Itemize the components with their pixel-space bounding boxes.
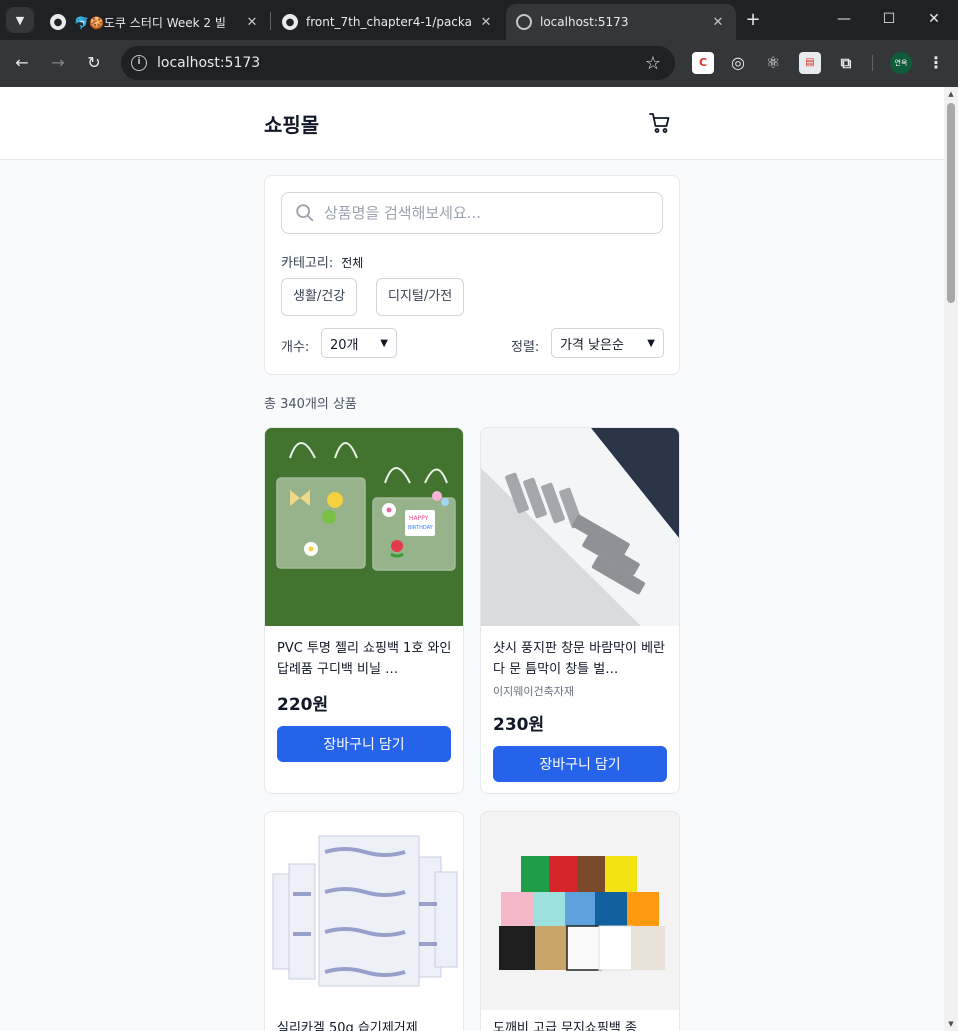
category-breadcrumb: 카테고리: 전체 [281, 252, 363, 271]
product-image[interactable] [265, 812, 463, 1010]
tab-study[interactable]: ● 🐬🍪도쿠 스터디 Week 2 빌 ✕ [40, 4, 270, 40]
add-to-cart-button[interactable]: 장바구니 담기 [277, 726, 451, 762]
page-scrollbar[interactable]: ▲ ▼ [944, 87, 958, 1031]
close-icon[interactable]: ✕ [710, 15, 726, 30]
back-button[interactable]: ← [10, 51, 34, 75]
profile-avatar[interactable]: 연옥 [890, 52, 912, 74]
cart-icon[interactable] [648, 111, 672, 135]
arrow-right-icon: → [51, 53, 65, 72]
product-name[interactable]: 샷시 풍지판 창문 바람막이 베란다 문 틈막이 창틀 벌… [493, 638, 669, 680]
page-title[interactable]: 쇼핑몰 [264, 109, 319, 138]
forward-button[interactable]: → [46, 51, 70, 75]
product-card[interactable]: 도깨비 고급 무지쇼핑백 종 [480, 811, 680, 1031]
react-icon[interactable]: ⚛ [762, 52, 784, 74]
product-image[interactable]: HAPPY BIRTHDAY [265, 428, 463, 626]
tab-strip: ▼ ● 🐬🍪도쿠 스터디 Week 2 빌 ✕ ● front_7th_chap… [0, 0, 958, 40]
search-icon [296, 204, 314, 222]
github-icon: ● [282, 14, 298, 30]
scrollbar-thumb[interactable] [947, 103, 955, 303]
scroll-down-icon[interactable]: ▼ [947, 1020, 955, 1028]
category-button-digital[interactable]: 디지털/가전 [376, 278, 465, 316]
toolbar-divider [872, 55, 873, 71]
info-icon[interactable]: i [131, 55, 147, 71]
count-label: 개수: [281, 340, 310, 355]
filter-panel: 카테고리: 전체 생활/건강 디지털/가전 개수: 20개 ▼ 정렬: 가격 낮… [264, 175, 680, 375]
product-name[interactable]: 도깨비 고급 무지쇼핑백 종 [493, 1018, 669, 1031]
product-brand: 이지웨이건축자재 [493, 685, 574, 698]
github-icon: ● [50, 14, 66, 30]
category-button-living[interactable]: 생활/건강 [281, 278, 358, 316]
new-tab-button[interactable]: + [742, 9, 764, 31]
product-name[interactable]: PVC 투명 젤리 쇼핑백 1호 와인 답례품 구디백 비닐 … [277, 638, 453, 680]
close-icon[interactable]: ✕ [244, 15, 260, 30]
printer-icon[interactable]: ▤ [799, 52, 821, 74]
svg-text:HAPPY: HAPPY [409, 515, 429, 522]
product-price: 220원 [277, 695, 329, 715]
close-icon: ✕ [928, 11, 940, 27]
toolbar: ← → ↻ i localhost:5173 ☆ C ◎ ⚛ ▤ ⧉ [0, 40, 958, 87]
category-label: 카테고리: [281, 256, 334, 271]
tab-search-button[interactable]: ▼ [6, 7, 34, 33]
page-viewport: 쇼핑몰 카테고리: 전체 생활/건강 디지털/가전 개수: 20개 ▼ 정렬: … [0, 87, 944, 1031]
search-field[interactable] [281, 192, 663, 234]
sort-value: 가격 낮은순 [560, 337, 624, 353]
arrow-left-icon: ← [15, 53, 29, 72]
shopping-bag-image [481, 812, 679, 1010]
product-name[interactable]: 실리카겔 50g 습기제거제 [277, 1018, 453, 1031]
tab-title: localhost:5173 [540, 15, 629, 29]
tab-package[interactable]: ● front_7th_chapter4-1/package ✕ [272, 4, 504, 40]
product-card[interactable]: HAPPY BIRTHDAY PVC 투명 젤리 쇼핑백 1호 와인 답례품 구… [264, 427, 464, 794]
window-draft-stopper-image [481, 428, 679, 626]
search-input[interactable] [324, 204, 654, 222]
puzzle-icon[interactable]: ⧉ [835, 52, 857, 74]
close-icon[interactable]: ✕ [478, 15, 494, 30]
product-image[interactable] [481, 428, 679, 626]
more-menu-icon[interactable]: ⋮ [926, 52, 946, 74]
sort-label: 정렬: [511, 340, 540, 355]
tab-title: front_7th_chapter4-1/package [306, 15, 472, 29]
site-header: 쇼핑몰 [0, 87, 944, 160]
scroll-up-icon[interactable]: ▲ [947, 90, 955, 98]
reload-icon: ↻ [87, 53, 101, 72]
maximize-icon: ☐ [882, 11, 896, 27]
close-window-button[interactable]: ✕ [920, 6, 948, 32]
count-value: 20개 [330, 337, 359, 353]
url-text[interactable]: localhost:5173 [157, 55, 645, 71]
tab-divider [270, 12, 271, 30]
tab-title: 🐬🍪도쿠 스터디 Week 2 빌 [74, 15, 226, 30]
sort-select[interactable]: 가격 낮은순 ▼ [551, 328, 664, 358]
plus-icon: + [745, 9, 761, 30]
tab-localhost[interactable]: localhost:5173 ✕ [506, 4, 736, 40]
product-price: 230원 [493, 715, 545, 735]
chevron-down-icon: ▼ [380, 337, 388, 349]
address-bar[interactable]: i localhost:5173 ☆ [121, 46, 675, 80]
count-select[interactable]: 20개 ▼ [321, 328, 397, 358]
category-current[interactable]: 전체 [341, 254, 363, 271]
maximize-button[interactable]: ☐ [875, 6, 903, 32]
chevron-down-icon: ▼ [15, 13, 25, 27]
minimize-button[interactable]: — [830, 6, 858, 32]
reload-button[interactable]: ↻ [82, 51, 106, 75]
jelly-bag-image: HAPPY BIRTHDAY [265, 428, 463, 626]
product-image[interactable] [481, 812, 679, 1010]
svg-text:BIRTHDAY: BIRTHDAY [408, 525, 434, 531]
globe-icon [516, 14, 532, 30]
minimize-icon: — [837, 11, 851, 27]
star-icon[interactable]: ☆ [645, 53, 661, 74]
silica-gel-image [265, 812, 463, 1010]
add-to-cart-button[interactable]: 장바구니 담기 [493, 746, 667, 782]
product-count: 총 340개의 상품 [264, 397, 357, 412]
target-icon[interactable]: ◎ [727, 52, 749, 74]
product-card[interactable]: 실리카겔 50g 습기제거제 [264, 811, 464, 1031]
chevron-down-icon: ▼ [647, 337, 655, 349]
extension-icon[interactable]: C [692, 52, 714, 74]
product-card[interactable]: 샷시 풍지판 창문 바람막이 베란다 문 틈막이 창틀 벌… 이지웨이건축자재 … [480, 427, 680, 794]
browser-chrome: ▼ ● 🐬🍪도쿠 스터디 Week 2 빌 ✕ ● front_7th_chap… [0, 0, 958, 87]
